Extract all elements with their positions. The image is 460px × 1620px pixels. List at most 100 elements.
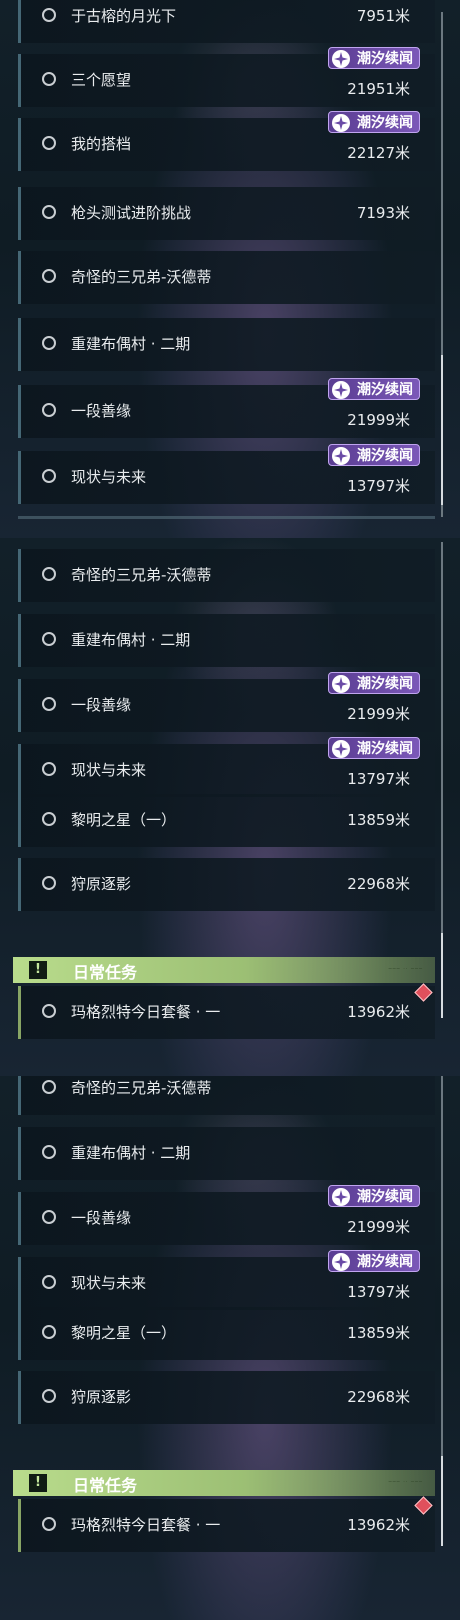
quest-title: 现状与未来 — [71, 1274, 147, 1292]
tide-story-badge: 潮汐续闻 — [328, 737, 420, 759]
badge-label: 潮汐续闻 — [357, 1254, 413, 1270]
quest-row[interactable]: 现状与未来 13797米 潮汐续闻 — [18, 444, 435, 504]
daily-quest-row[interactable]: 玛格烈特今日套餐 · 一 13962米 — [18, 983, 435, 1039]
quest-title: 狩原逐影 — [71, 875, 132, 893]
quest-title: 奇怪的三兄弟-沃德蒂 — [71, 566, 212, 584]
quest-status-circle-icon — [42, 632, 56, 646]
sparkle-emblem-icon — [332, 50, 350, 68]
quest-list-panel-3: 奇怪的三兄弟-沃德蒂 重建布偶村 · 二期 一段善缘 21999米 潮汐续闻 现… — [0, 1076, 460, 1620]
quest-row[interactable]: 奇怪的三兄弟-沃德蒂 — [18, 251, 435, 304]
section-title: 日常任务 — [73, 1476, 138, 1495]
quest-status-circle-icon — [42, 1389, 56, 1403]
quest-distance: 13859米 — [347, 1324, 410, 1342]
quest-distance: 22968米 — [347, 1388, 410, 1406]
quest-status-circle-icon — [42, 1325, 56, 1339]
quest-status-circle-icon — [42, 762, 56, 776]
quest-title: 现状与未来 — [71, 761, 147, 779]
quest-title: 奇怪的三兄弟-沃德蒂 — [71, 1079, 212, 1097]
quest-distance: 22127米 — [347, 144, 410, 162]
quest-status-circle-icon — [42, 876, 56, 890]
quest-status-circle-icon — [42, 469, 56, 483]
badge-label: 潮汐续闻 — [357, 741, 413, 757]
daily-quest-section-header[interactable]: ! 日常任务 ─── ·· ─── — [13, 957, 435, 983]
quest-title: 一段善缘 — [71, 696, 132, 714]
sparkle-emblem-icon — [332, 1188, 350, 1206]
quest-row[interactable]: 现状与未来 13797米 潮汐续闻 — [18, 1250, 435, 1310]
quest-title: 重建布偶村 · 二期 — [71, 631, 191, 649]
quest-distance: 13797米 — [347, 477, 410, 495]
quest-title: 玛格烈特今日套餐 · 一 — [71, 1516, 221, 1534]
quest-distance: 13797米 — [347, 1283, 410, 1301]
red-diamond-marker-icon — [414, 1496, 433, 1515]
tide-story-badge: 潮汐续闻 — [328, 1250, 420, 1272]
quest-row[interactable]: 黎明之星（一） 13859米 — [18, 794, 435, 847]
quest-status-circle-icon — [42, 1210, 56, 1224]
quest-title: 现状与未来 — [71, 468, 147, 486]
quest-status-circle-icon — [42, 336, 56, 350]
badge-label: 潮汐续闻 — [357, 382, 413, 398]
scrollbar-thumb[interactable] — [441, 355, 443, 505]
quest-row[interactable]: 奇怪的三兄弟-沃德蒂 — [18, 549, 435, 602]
quest-row[interactable]: 重建布偶村 · 二期 — [18, 1127, 435, 1180]
quest-row[interactable]: 于古榕的月光下 7951米 — [18, 0, 435, 43]
quest-row[interactable]: 狩原逐影 22968米 — [18, 858, 435, 911]
quest-row[interactable]: 奇怪的三兄弟-沃德蒂 — [18, 1076, 435, 1115]
quest-title: 玛格烈特今日套餐 · 一 — [71, 1003, 221, 1021]
quest-row[interactable]: 我的搭档 22127米 潮汐续闻 — [18, 111, 435, 171]
quest-row[interactable]: 重建布偶村 · 二期 — [18, 614, 435, 667]
quest-title: 黎明之星（一） — [71, 811, 177, 829]
sparkle-emblem-icon — [332, 1253, 350, 1271]
scrollbar-thumb[interactable] — [441, 1456, 443, 1546]
quest-distance: 21999米 — [347, 1218, 410, 1236]
badge-label: 潮汐续闻 — [357, 115, 413, 131]
quest-title: 于古榕的月光下 — [71, 7, 177, 25]
quest-status-circle-icon — [42, 567, 56, 581]
daily-quest-section-header[interactable]: ! 日常任务 ─── ·· ─── — [13, 1470, 435, 1496]
list-edge-divider — [18, 516, 435, 519]
quest-status-circle-icon — [42, 1145, 56, 1159]
quest-title: 重建布偶村 · 二期 — [71, 1144, 191, 1162]
sparkle-emblem-icon — [332, 740, 350, 758]
exclamation-icon: ! — [29, 1474, 47, 1492]
quest-distance: 21999米 — [347, 705, 410, 723]
badge-label: 潮汐续闻 — [357, 1189, 413, 1205]
red-diamond-marker-icon — [414, 983, 433, 1002]
quest-title: 一段善缘 — [71, 1209, 132, 1227]
quest-distance: 22968米 — [347, 875, 410, 893]
badge-label: 潮汐续闻 — [357, 676, 413, 692]
quest-row[interactable]: 黎明之星（一） 13859米 — [18, 1307, 435, 1360]
quest-list-panel-2: 奇怪的三兄弟-沃德蒂 重建布偶村 · 二期 一段善缘 21999米 潮汐续闻 现… — [0, 538, 460, 1076]
quest-row[interactable]: 一段善缘 21999米 潮汐续闻 — [18, 378, 435, 438]
quest-title: 狩原逐影 — [71, 1388, 132, 1406]
quest-status-circle-icon — [42, 8, 56, 22]
quest-title: 黎明之星（一） — [71, 1324, 177, 1342]
quest-status-circle-icon — [42, 205, 56, 219]
quest-row[interactable]: 三个愿望 21951米 潮汐续闻 — [18, 47, 435, 107]
badge-label: 潮汐续闻 — [357, 448, 413, 464]
quest-status-circle-icon — [42, 1004, 56, 1018]
quest-distance: 13859米 — [347, 811, 410, 829]
badge-label: 潮汐续闻 — [357, 51, 413, 67]
quest-row[interactable]: 枪头测试进阶挑战 7193米 — [18, 187, 435, 240]
quest-distance: 13962米 — [347, 1003, 410, 1021]
tide-story-badge: 潮汐续闻 — [328, 47, 420, 69]
quest-row[interactable]: 狩原逐影 22968米 — [18, 1371, 435, 1424]
quest-row[interactable]: 现状与未来 13797米 潮汐续闻 — [18, 737, 435, 797]
quest-title: 我的搭档 — [71, 135, 132, 153]
quest-row[interactable]: 一段善缘 21999米 潮汐续闻 — [18, 672, 435, 732]
exclamation-icon: ! — [29, 961, 47, 979]
quest-status-circle-icon — [42, 697, 56, 711]
quest-row[interactable]: 一段善缘 21999米 潮汐续闻 — [18, 1185, 435, 1245]
tide-story-badge: 潮汐续闻 — [328, 111, 420, 133]
scrollbar-thumb[interactable] — [441, 933, 443, 1018]
quest-title: 重建布偶村 · 二期 — [71, 335, 191, 353]
quest-status-circle-icon — [42, 269, 56, 283]
quest-distance: 13797米 — [347, 770, 410, 788]
daily-quest-row[interactable]: 玛格烈特今日套餐 · 一 13962米 — [18, 1496, 435, 1552]
quest-status-circle-icon — [42, 1080, 56, 1094]
quest-distance: 7193米 — [356, 204, 410, 222]
quest-title: 三个愿望 — [71, 71, 132, 89]
quest-row[interactable]: 重建布偶村 · 二期 — [18, 318, 435, 371]
quest-distance: 21951米 — [347, 80, 410, 98]
quest-list-panel-1: 于古榕的月光下 7951米 三个愿望 21951米 潮汐续闻 我的搭档 2212… — [0, 0, 460, 538]
